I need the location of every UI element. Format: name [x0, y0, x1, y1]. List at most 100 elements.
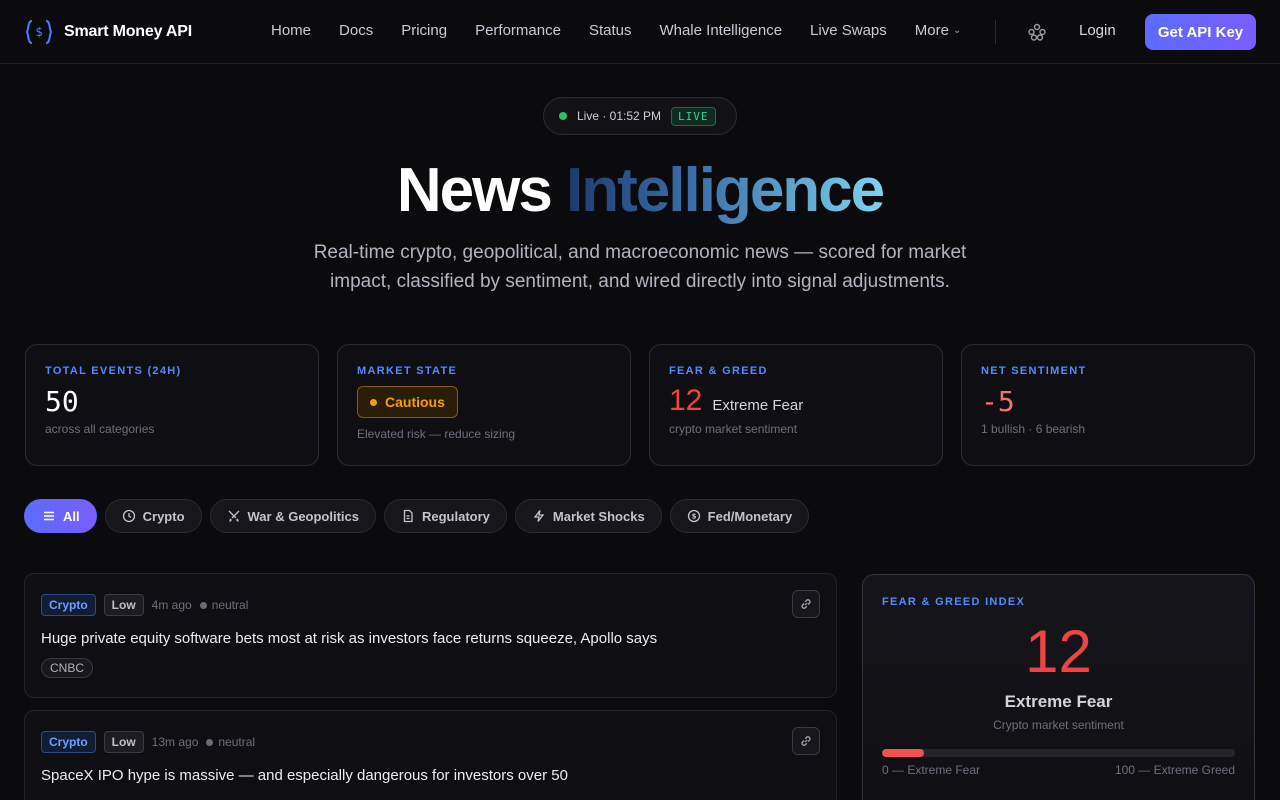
clock-icon	[122, 509, 135, 523]
stat-sub: 1 bullish · 6 bearish	[981, 422, 1086, 436]
impact-badge: Low	[103, 594, 144, 616]
page-title-accent: Intelligence	[566, 156, 885, 225]
sentiment-label: neutral	[211, 598, 249, 612]
stat-card-market-state: MARKET STATE Cautious Elevated risk — re…	[337, 344, 631, 466]
fear-greed-bar	[882, 749, 1235, 757]
nav-pricing[interactable]: Pricing	[401, 22, 447, 39]
news-time: 4m ago	[151, 598, 192, 612]
net-sentiment-value: -5	[981, 385, 1015, 418]
filter-label: All	[63, 508, 80, 524]
stat-label: MARKET STATE	[357, 365, 458, 377]
filter-crypto[interactable]: Crypto	[104, 499, 202, 533]
stat-card-fear-greed: FEAR & GREED 12 Extreme Fear crypto mark…	[649, 344, 943, 466]
nav-docs[interactable]: Docs	[339, 22, 373, 39]
open-link-button[interactable]	[792, 727, 820, 755]
fear-greed-text: Extreme Fear	[712, 397, 804, 414]
status-dot	[370, 398, 377, 406]
nav-status[interactable]: Status	[589, 22, 632, 39]
list-icon	[44, 511, 54, 521]
filter-label: Market Shocks	[552, 508, 645, 524]
link-icon	[801, 599, 811, 609]
filter-fed-monetary[interactable]: $ Fed/Monetary	[669, 499, 810, 533]
live-status-pill: Live · 01:52 PM LIVE	[543, 97, 737, 135]
brand[interactable]: $ Smart Money API	[24, 18, 192, 46]
nav-home[interactable]: Home	[271, 22, 311, 39]
filter-market-shocks[interactable]: Market Shocks	[514, 499, 662, 533]
news-meta: Crypto Low 13m ago neutral	[41, 731, 820, 753]
fear-greed-description: Crypto market sentiment	[993, 718, 1124, 732]
link-icon	[801, 736, 811, 746]
swords-icon	[228, 510, 239, 522]
live-dot	[559, 112, 567, 120]
news-item[interactable]: Crypto Low 4m ago neutral Huge private e…	[24, 573, 837, 698]
sentiment-dot	[199, 601, 207, 609]
chevron-down-icon: ⌄	[952, 25, 962, 36]
news-source: CNBC	[41, 658, 94, 678]
fear-greed-panel: FEAR & GREED INDEX 12 Extreme Fear Crypt…	[862, 574, 1255, 800]
fear-greed-scale: 0 — Extreme Fear 100 — Extreme Greed	[882, 763, 1235, 777]
stat-label: FEAR & GREED	[669, 365, 768, 377]
stat-card-net-sentiment: NET SENTIMENT -5 1 bullish · 6 bearish	[961, 344, 1255, 466]
open-link-button[interactable]	[792, 590, 820, 618]
filter-label: Crypto	[142, 508, 185, 524]
filter-label: Regulatory	[422, 508, 490, 524]
login-link[interactable]: Login	[1079, 22, 1116, 39]
stat-sub: crypto market sentiment	[669, 422, 798, 436]
stat-sub: across all categories	[45, 422, 155, 436]
market-state-badge: Cautious	[357, 386, 458, 418]
nav-whale-intelligence[interactable]: Whale Intelligence	[659, 22, 782, 39]
nav-links: Home Docs Pricing Performance Status Wha…	[271, 22, 989, 39]
scale-min-label: 0 — Extreme Fear	[882, 763, 981, 777]
nav-more[interactable]: More ⌄	[915, 22, 962, 39]
sentiment-indicator: neutral	[206, 735, 255, 749]
sentiment-label: neutral	[218, 735, 256, 749]
sentiment-indicator: neutral	[199, 598, 249, 612]
news-meta: Crypto Low 4m ago neutral	[41, 594, 820, 616]
news-headline[interactable]: SpaceX IPO hype is massive — and especia…	[41, 767, 820, 784]
news-item[interactable]: Crypto Low 13m ago neutral SpaceX IPO hy…	[24, 710, 837, 800]
fear-greed-value: 12	[669, 384, 703, 417]
filter-regulatory[interactable]: Regulatory	[384, 499, 507, 533]
news-time: 13m ago	[151, 735, 199, 749]
dollar-coin-icon: $	[687, 509, 700, 523]
stat-sub: Elevated risk — reduce sizing	[357, 427, 516, 441]
filter-label: Fed/Monetary	[707, 508, 793, 524]
brand-name: Smart Money API	[64, 23, 192, 40]
filter-label: War & Geopolitics	[247, 508, 359, 524]
fear-greed-row: 12 Extreme Fear	[669, 384, 923, 418]
stat-label: NET SENTIMENT	[981, 365, 1087, 377]
top-nav: $ Smart Money API Home Docs Pricing Perf…	[0, 0, 1280, 64]
category-filters: All Crypto War & Geopolitics Regulatory …	[24, 499, 810, 533]
nav-divider	[995, 20, 996, 44]
nav-more-label: More	[914, 22, 949, 39]
lightning-icon	[533, 510, 545, 522]
fear-greed-bar-fill	[882, 749, 925, 757]
svg-text:$: $	[35, 25, 42, 39]
market-state-value: Cautious	[385, 394, 445, 410]
brand-logo-icon: $	[25, 20, 53, 44]
news-headline[interactable]: Huge private equity software bets most a…	[41, 630, 820, 647]
category-badge: Crypto	[41, 731, 96, 753]
page-title-plain: News	[396, 156, 553, 225]
page-title: News Intelligence	[0, 155, 1280, 226]
fear-greed-index-value: 12	[1025, 618, 1092, 685]
filter-war-geopolitics[interactable]: War & Geopolitics	[209, 499, 376, 533]
stat-label: TOTAL EVENTS (24H)	[45, 365, 182, 377]
svg-text:$: $	[691, 513, 696, 521]
fear-greed-state: Extreme Fear	[1004, 692, 1113, 711]
document-icon	[403, 509, 413, 523]
sentiment-dot	[206, 738, 214, 746]
nav-performance[interactable]: Performance	[475, 22, 561, 39]
stat-value: 50	[45, 385, 79, 418]
get-api-key-button[interactable]: Get API Key	[1145, 14, 1256, 50]
scale-max-label: 100 — Extreme Greed	[1114, 763, 1235, 777]
network-icon[interactable]	[1027, 22, 1047, 42]
page-subtitle: Real-time crypto, geopolitical, and macr…	[313, 242, 967, 292]
nav-live-swaps[interactable]: Live Swaps	[810, 22, 887, 39]
live-time: Live · 01:52 PM	[577, 109, 662, 123]
panel-label: FEAR & GREED INDEX	[882, 596, 1026, 608]
filter-all[interactable]: All	[24, 499, 97, 533]
stat-card-total-events: TOTAL EVENTS (24H) 50 across all categor…	[25, 344, 319, 466]
impact-badge: Low	[103, 731, 144, 753]
category-badge: Crypto	[41, 594, 96, 616]
